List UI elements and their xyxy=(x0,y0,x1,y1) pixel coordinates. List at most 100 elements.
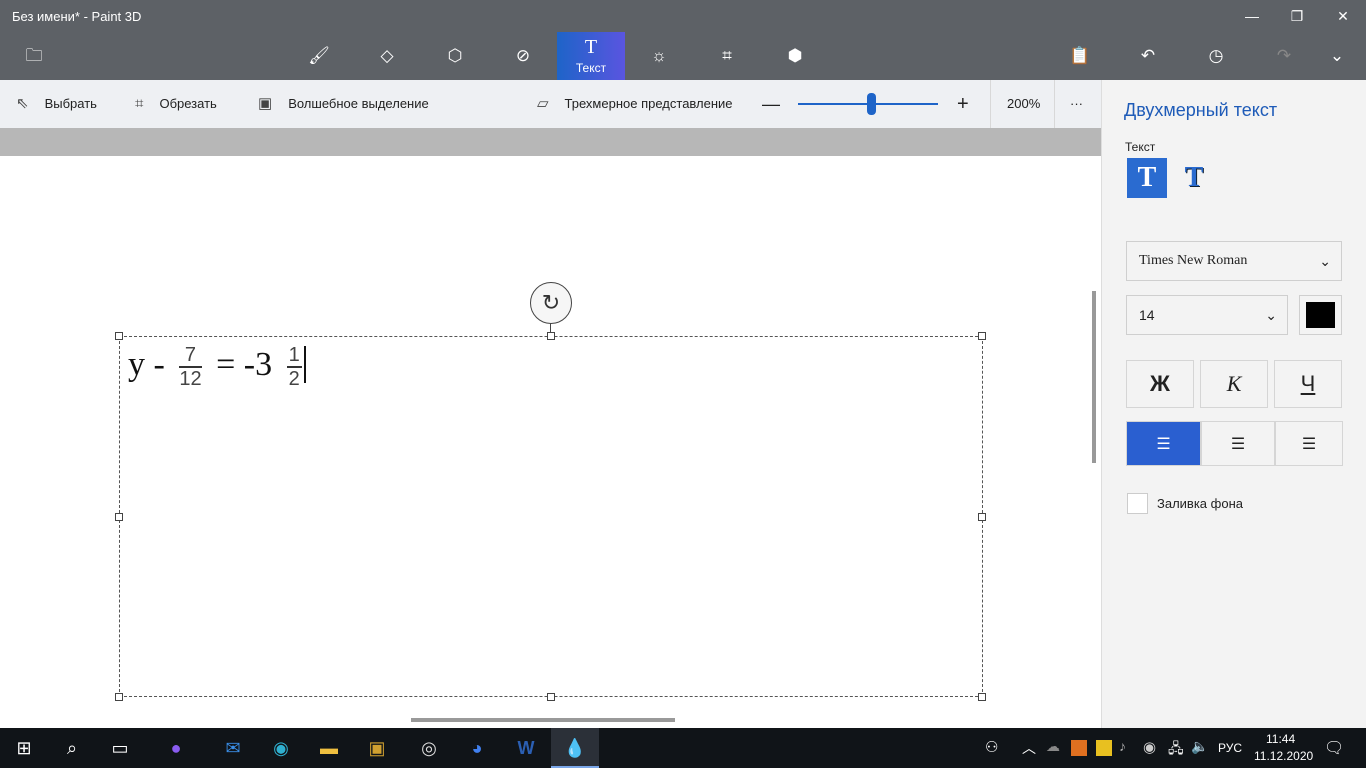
undo-icon[interactable]: ↶ xyxy=(1114,32,1182,80)
align-right-button[interactable]: ☰ xyxy=(1275,421,1343,466)
people-icon[interactable]: ⚇ xyxy=(985,738,998,756)
clock-time[interactable]: 11:44 xyxy=(1266,732,1295,746)
paint3d-icon[interactable]: 💧 xyxy=(551,728,599,768)
select-label: Выбрать xyxy=(44,96,97,111)
numerator: 1 xyxy=(286,344,302,368)
resize-handle[interactable] xyxy=(115,513,123,521)
speaker-tray-icon[interactable]: ♪ xyxy=(1119,738,1126,754)
cursor-icon: ⇖ xyxy=(16,95,29,112)
notifications-icon[interactable]: 🗨 xyxy=(1324,738,1344,758)
zoom-in-button[interactable]: + xyxy=(957,80,969,128)
magic-select-label: Волшебное выделение xyxy=(288,96,429,111)
3d-text-icon[interactable]: T xyxy=(1174,158,1214,198)
media-tray-icon[interactable]: ◉ xyxy=(1143,738,1156,756)
minimize-button[interactable]: — xyxy=(1229,0,1275,32)
chevron-up-icon[interactable]: ︿ xyxy=(1022,738,1036,758)
vertical-scrollbar[interactable] xyxy=(1092,291,1096,463)
start-icon[interactable]: ⊞ xyxy=(0,728,48,768)
resize-handle[interactable] xyxy=(978,693,986,701)
font-value: Times New Roman xyxy=(1139,253,1248,268)
expand-chevron-icon[interactable]: ⌄ xyxy=(1308,32,1366,80)
ribbon: 🗀 🖌 ◇ ⬡ ⊘ T Текст ☼ ⌗ ⬢ 📋 ↶ ◷ ↷ ⌄ xyxy=(0,32,1366,80)
volume-icon[interactable]: 🔈 xyxy=(1191,738,1208,755)
clock-date[interactable]: 11.12.2020 xyxy=(1254,749,1313,763)
select-button[interactable]: ⇖ Выбрать xyxy=(16,80,97,128)
media-player-icon[interactable]: ◎ xyxy=(405,728,453,768)
alice-icon[interactable]: ● xyxy=(152,728,200,768)
more-button[interactable]: ··· xyxy=(1070,80,1083,128)
canvas-icon[interactable]: ⌗ xyxy=(693,32,761,80)
rotate-handle-icon[interactable]: ↻ xyxy=(530,282,572,324)
network-icon[interactable]: 🖧 xyxy=(1168,738,1184,762)
color-picker[interactable] xyxy=(1299,295,1342,335)
3d-view-icon: ▱ xyxy=(537,95,549,112)
align-left-button[interactable]: ☰ xyxy=(1126,421,1201,466)
warning-tray-icon[interactable] xyxy=(1096,740,1112,756)
bold-button[interactable]: Ж xyxy=(1126,360,1194,408)
stickers-icon[interactable]: ⊘ xyxy=(489,32,557,80)
resize-handle[interactable] xyxy=(978,332,986,340)
align-center-button[interactable]: ☰ xyxy=(1201,421,1275,466)
menu-folder-icon[interactable]: 🗀 xyxy=(0,32,68,80)
effects-icon[interactable]: ☼ xyxy=(625,32,693,80)
canvas-margin xyxy=(0,128,1101,156)
text-panel: Двухмерный текст Текст T T Times New Rom… xyxy=(1101,80,1366,728)
zoom-slider-thumb[interactable] xyxy=(867,93,876,115)
tab-text-label: Текст xyxy=(575,61,607,75)
text-caret: ​ xyxy=(303,345,306,383)
2d-text-icon[interactable]: T xyxy=(1127,158,1167,198)
divider xyxy=(1054,80,1055,128)
resize-handle[interactable] xyxy=(978,513,986,521)
maximize-button[interactable]: ❐ xyxy=(1274,0,1320,32)
panel-title: Двухмерный текст xyxy=(1124,100,1278,120)
fraction: 7 12 xyxy=(179,344,202,390)
3d-view-button[interactable]: ▱ Трехмерное представление xyxy=(537,80,733,128)
denominator: 12 xyxy=(179,368,202,390)
word-icon[interactable]: W xyxy=(502,728,550,768)
fill-background-label: Заливка фона xyxy=(1157,496,1243,511)
3d-shapes-icon[interactable]: ⬡ xyxy=(421,32,489,80)
3d-library-icon[interactable]: ⬢ xyxy=(761,32,829,80)
2d-shapes-icon[interactable]: ◇ xyxy=(353,32,421,80)
explorer-icon[interactable]: ▬ xyxy=(305,728,353,768)
3d-view-label: Трехмерное представление xyxy=(564,96,733,111)
chevron-down-icon: ⌄ xyxy=(1265,307,1277,323)
paste-icon[interactable]: 📋 xyxy=(1046,32,1114,80)
close-button[interactable]: ✕ xyxy=(1320,0,1366,32)
tab-text[interactable]: T Текст xyxy=(557,32,625,80)
zoom-out-button[interactable]: — xyxy=(762,80,780,128)
brushes-icon[interactable]: 🖌 xyxy=(285,32,353,80)
resize-handle[interactable] xyxy=(547,693,555,701)
underline-button[interactable]: Ч xyxy=(1274,360,1342,408)
text-box[interactable] xyxy=(119,336,983,697)
resize-handle[interactable] xyxy=(115,332,123,340)
canvas[interactable]: ↻ y - 712 = -3 12​ xyxy=(0,156,1101,728)
equation-text[interactable]: y - 712 = -3 12​ xyxy=(128,344,306,390)
chrome-icon[interactable]: ◕ xyxy=(453,728,501,768)
crop-icon: ⌗ xyxy=(135,95,144,112)
font-select[interactable]: Times New Roman ⌄ xyxy=(1126,241,1342,281)
text-part: = -3 xyxy=(207,345,281,383)
zoom-level[interactable]: 200% xyxy=(1007,80,1040,128)
mail-icon[interactable]: ✉ xyxy=(209,728,257,768)
resize-handle[interactable] xyxy=(115,693,123,701)
italic-button[interactable]: К xyxy=(1200,360,1268,408)
magic-select-button[interactable]: ▣ Волшебное выделение xyxy=(258,80,429,128)
crop-button[interactable]: ⌗ Обрезать xyxy=(135,80,217,128)
crop-label: Обрезать xyxy=(159,96,217,111)
edge-icon[interactable]: ◉ xyxy=(257,728,305,768)
language-indicator[interactable]: РУС xyxy=(1218,741,1242,755)
app-tray-icon[interactable] xyxy=(1071,740,1087,756)
size-value: 14 xyxy=(1139,307,1155,323)
search-icon[interactable]: ⌕ xyxy=(48,728,96,768)
window-title: Без имени* - Paint 3D xyxy=(12,9,142,24)
task-view-icon[interactable]: ▭ xyxy=(96,728,144,768)
onedrive-icon[interactable]: ☁ xyxy=(1046,738,1060,755)
history-icon[interactable]: ◷ xyxy=(1182,32,1250,80)
store-icon[interactable]: ▣ xyxy=(353,728,401,768)
fill-background-checkbox[interactable] xyxy=(1127,493,1148,514)
size-select[interactable]: 14 ⌄ xyxy=(1126,295,1288,335)
horizontal-scrollbar[interactable] xyxy=(411,718,675,722)
text-icon: T xyxy=(584,36,598,58)
resize-handle[interactable] xyxy=(547,332,555,340)
